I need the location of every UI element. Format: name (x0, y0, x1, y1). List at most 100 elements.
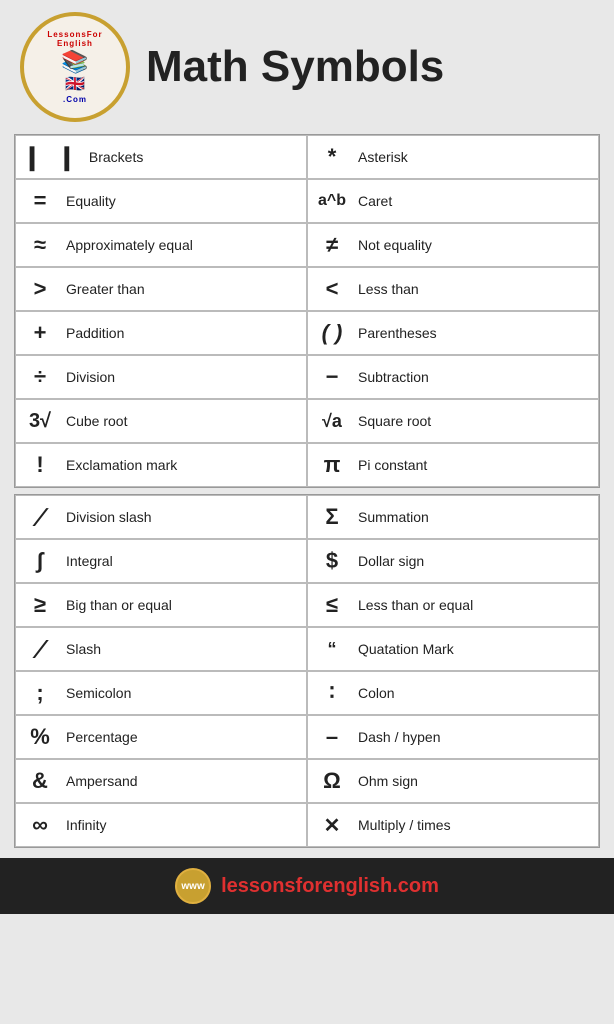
label-quote: Quatation Mark (358, 640, 454, 658)
symbol-plus: + (22, 320, 58, 346)
symbol-quote: “ (314, 639, 350, 660)
label-greater: Greater than (66, 280, 145, 298)
label-percent: Percentage (66, 728, 138, 746)
label-excl: Exclamation mark (66, 456, 177, 474)
bottom-table: ∕ Division slash Σ Summation ∫ Integral … (14, 494, 600, 848)
symbol-summation: Σ (314, 504, 350, 530)
table-row: ⁄ Slash (15, 627, 307, 671)
table-row: % Percentage (15, 715, 307, 759)
table-row: − Subtraction (307, 355, 599, 399)
table-row: > Greater than (15, 267, 307, 311)
page-header: LessonsFor English 📚 🇬🇧 .Com Math Symbol… (0, 0, 614, 130)
table-row: Σ Summation (307, 495, 599, 539)
main-content: ❙ ❙ Brackets * Asterisk = Equality a^b C… (10, 130, 604, 852)
symbol-dash: – (314, 724, 350, 750)
top-table-grid: ❙ ❙ Brackets * Asterisk = Equality a^b C… (15, 135, 599, 487)
table-row: ( ) Parentheses (307, 311, 599, 355)
flag-icon: 🇬🇧 (47, 75, 102, 94)
bottom-table-grid: ∕ Division slash Σ Summation ∫ Integral … (15, 495, 599, 847)
symbol-geq: ≥ (22, 592, 58, 618)
label-ampersand: Ampersand (66, 772, 138, 790)
label-geq: Big than or equal (66, 596, 172, 614)
label-ohm: Ohm sign (358, 772, 418, 790)
symbol-leq: ≤ (314, 592, 350, 618)
label-division: Division (66, 368, 115, 386)
table-row: ≠ Not equality (307, 223, 599, 267)
table-row: “ Quatation Mark (307, 627, 599, 671)
table-row: a^b Caret (307, 179, 599, 223)
table-row: ÷ Division (15, 355, 307, 399)
table-row: ≤ Less than or equal (307, 583, 599, 627)
symbol-semicolon: ; (22, 680, 58, 706)
footer-url: lessonsforenglish.com (221, 875, 439, 898)
symbol-ampersand: & (22, 768, 58, 794)
symbol-ohm: Ω (314, 768, 350, 794)
table-row: √a Square root (307, 399, 599, 443)
symbol-brackets: ❙ ❙ (22, 143, 81, 172)
table-row: Ω Ohm sign (307, 759, 599, 803)
symbol-less: < (314, 276, 350, 302)
symbol-equality: = (22, 188, 58, 214)
label-dollar: Dollar sign (358, 552, 424, 570)
symbol-percent: % (22, 724, 58, 750)
label-caret: Caret (358, 192, 392, 210)
symbol-parens: ( ) (314, 320, 350, 346)
symbol-cuberoot: 3√ (22, 410, 58, 433)
symbol-not-equal: ≠ (314, 232, 350, 258)
table-row: π Pi constant (307, 443, 599, 487)
table-row: ∞ Infinity (15, 803, 307, 847)
symbol-pi: π (314, 452, 350, 478)
label-semicolon: Semicolon (66, 684, 131, 702)
symbol-division: ÷ (22, 364, 58, 390)
label-equality: Equality (66, 192, 116, 210)
symbol-subtraction: − (314, 364, 350, 390)
label-subtraction: Subtraction (358, 368, 429, 386)
symbol-approx: ≈ (22, 232, 58, 258)
label-not-equal: Not equality (358, 236, 432, 254)
table-row: & Ampersand (15, 759, 307, 803)
label-less: Less than (358, 280, 419, 298)
label-brackets: Brackets (89, 148, 143, 166)
symbol-multiply: ✕ (314, 813, 350, 838)
table-row: ! Exclamation mark (15, 443, 307, 487)
symbol-dollar: $ (314, 548, 350, 574)
symbol-excl: ! (22, 452, 58, 478)
label-slash: Slash (66, 640, 101, 658)
symbol-caret: a^b (314, 192, 350, 210)
table-row: – Dash / hypen (307, 715, 599, 759)
table-row: * Asterisk (307, 135, 599, 179)
label-approx: Approximately equal (66, 236, 193, 254)
label-infinity: Infinity (66, 816, 106, 834)
label-parens: Parentheses (358, 324, 437, 342)
label-colon: Colon (358, 684, 395, 702)
symbol-asterisk: * (314, 144, 350, 170)
top-table: ❙ ❙ Brackets * Asterisk = Equality a^b C… (14, 134, 600, 488)
symbol-slash: ⁄ (22, 634, 58, 665)
table-row: ✕ Multiply / times (307, 803, 599, 847)
logo: LessonsFor English 📚 🇬🇧 .Com (20, 12, 130, 122)
symbol-sqrtroot: √a (314, 411, 350, 432)
label-asterisk: Asterisk (358, 148, 408, 166)
table-row: ∕ Division slash (15, 495, 307, 539)
table-row: < Less than (307, 267, 599, 311)
label-multiply: Multiply / times (358, 816, 451, 834)
table-row: 3√ Cube root (15, 399, 307, 443)
table-row: ❙ ❙ Brackets (15, 135, 307, 179)
label-leq: Less than or equal (358, 596, 473, 614)
page-title: Math Symbols (146, 42, 444, 92)
symbol-divslash: ∕ (22, 502, 58, 533)
table-row: ≈ Approximately equal (15, 223, 307, 267)
label-summation: Summation (358, 508, 429, 526)
table-row: ≥ Big than or equal (15, 583, 307, 627)
label-divslash: Division slash (66, 508, 152, 526)
table-row: ∫ Integral (15, 539, 307, 583)
label-sqrtroot: Square root (358, 412, 431, 430)
footer-logo: www (175, 868, 211, 904)
tables-wrapper: ❙ ❙ Brackets * Asterisk = Equality a^b C… (14, 134, 600, 848)
footer: www lessonsforenglish.com (0, 858, 614, 914)
table-row: ; Semicolon (15, 671, 307, 715)
books-icon: 📚 (47, 49, 102, 75)
label-cuberoot: Cube root (66, 412, 127, 430)
symbol-infinity: ∞ (22, 812, 58, 838)
label-integral: Integral (66, 552, 113, 570)
